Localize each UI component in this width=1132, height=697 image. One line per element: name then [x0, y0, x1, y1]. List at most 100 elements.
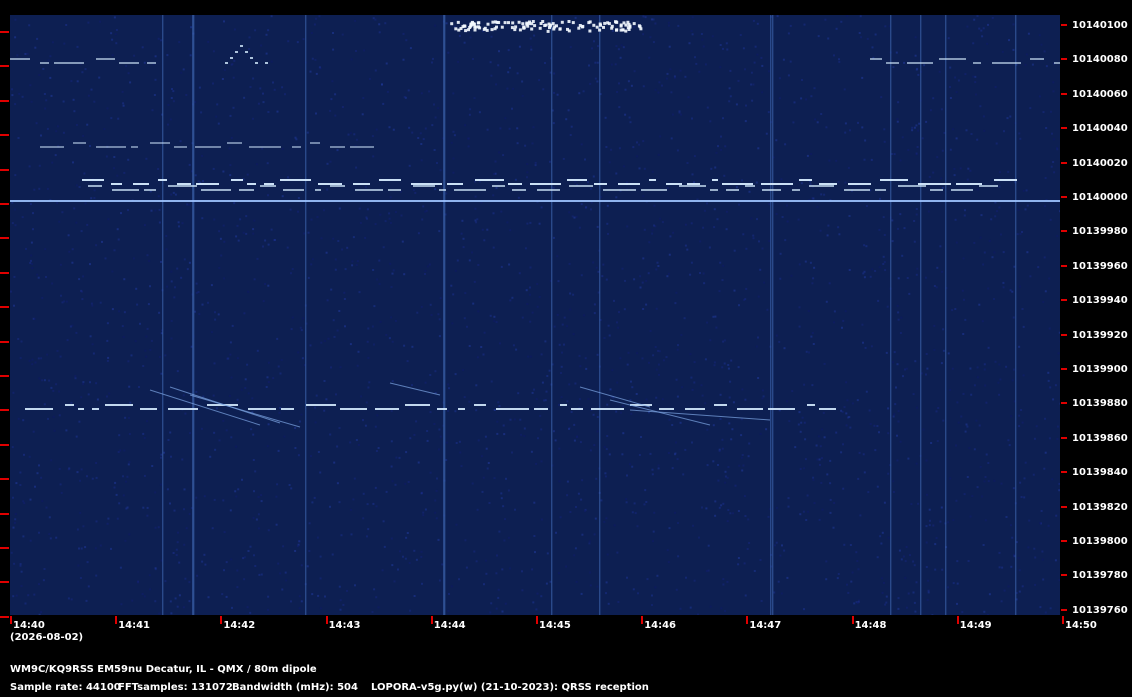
noise-speck	[429, 471, 432, 474]
noise-speck	[116, 228, 119, 231]
noise-speck	[391, 340, 394, 343]
noise-speck	[254, 565, 257, 567]
noise-speck	[43, 403, 46, 406]
noise-speck	[706, 428, 709, 431]
noise-speck	[732, 512, 734, 515]
noise-speck	[775, 541, 778, 544]
signal-burst	[531, 20, 535, 23]
frequency-tick	[0, 271, 9, 274]
noise-speck	[82, 525, 85, 528]
noise-speck	[952, 128, 955, 131]
noise-speck	[1005, 365, 1008, 368]
noise-speck	[390, 465, 393, 468]
noise-speck	[723, 362, 726, 365]
noise-speck	[353, 133, 356, 136]
noise-speck	[189, 432, 192, 435]
noise-speck	[99, 20, 102, 23]
noise-speck	[281, 195, 284, 198]
noise-speck	[222, 224, 225, 227]
noise-speck	[172, 191, 175, 194]
noise-speck	[433, 423, 436, 425]
frequency-label: 10140060	[1072, 88, 1128, 100]
noise-speck	[334, 93, 337, 96]
noise-speck	[722, 502, 725, 505]
noise-speck	[596, 430, 599, 433]
noise-speck	[421, 582, 423, 585]
noise-speck	[209, 455, 212, 458]
noise-speck	[358, 207, 361, 210]
noise-speck	[980, 29, 983, 32]
noise-speck	[828, 159, 831, 162]
noise-speck	[718, 506, 721, 509]
noise-speck	[935, 537, 938, 539]
noise-speck	[15, 482, 18, 485]
noise-speck	[723, 174, 726, 177]
noise-speck	[956, 401, 959, 404]
noise-speck	[464, 539, 467, 542]
noise-speck	[300, 413, 303, 416]
noise-speck	[255, 518, 258, 521]
noise-speck	[518, 45, 521, 48]
noise-speck	[662, 359, 665, 362]
signal-dash	[508, 183, 522, 185]
frequency-tick-right	[1061, 471, 1067, 474]
noise-speck	[657, 91, 660, 94]
noise-speck	[530, 48, 533, 51]
noise-speck	[492, 212, 495, 215]
noise-speck	[976, 366, 979, 369]
noise-speck	[65, 300, 68, 303]
noise-speck	[508, 263, 511, 266]
noise-speck	[472, 302, 475, 305]
noise-speck	[913, 240, 916, 243]
noise-speck	[735, 103, 738, 106]
noise-speck	[111, 308, 114, 311]
noise-speck	[668, 418, 671, 421]
noise-speck	[424, 508, 427, 511]
noise-speck	[878, 431, 880, 434]
noise-speck	[774, 544, 776, 547]
noise-speck	[520, 433, 523, 436]
noise-speck	[742, 47, 745, 50]
noise-speck	[110, 32, 113, 35]
noise-speck	[299, 326, 302, 329]
noise-speck	[986, 613, 989, 615]
noise-speck	[1018, 414, 1021, 417]
noise-speck	[1022, 189, 1025, 192]
noise-speck	[253, 219, 256, 222]
noise-speck	[798, 325, 801, 328]
noise-speck	[461, 219, 464, 222]
noise-speck	[267, 361, 270, 364]
noise-speck	[76, 471, 79, 474]
noise-speck	[962, 392, 965, 395]
noise-speck	[910, 503, 913, 506]
noise-speck	[969, 515, 972, 518]
noise-speck	[963, 298, 965, 301]
noise-speck	[452, 130, 455, 133]
noise-speck	[1043, 50, 1046, 53]
noise-speck	[952, 519, 955, 521]
noise-speck	[503, 433, 506, 436]
noise-speck	[90, 197, 93, 200]
noise-speck	[290, 272, 292, 275]
noise-speck	[384, 22, 387, 25]
noise-speck	[75, 331, 78, 334]
noise-speck	[1059, 210, 1060, 213]
noise-speck	[916, 267, 919, 270]
noise-speck	[354, 19, 357, 22]
noise-speck	[773, 591, 776, 594]
noise-speck	[288, 484, 291, 486]
noise-speck	[334, 114, 337, 117]
noise-speck	[689, 273, 692, 276]
noise-speck	[536, 283, 539, 285]
frequency-tick-right	[1061, 230, 1067, 233]
noise-speck	[351, 260, 354, 263]
noise-speck	[512, 344, 515, 347]
noise-speck	[636, 525, 639, 528]
noise-speck	[230, 376, 233, 379]
noise-speck	[237, 239, 240, 242]
noise-speck	[42, 67, 45, 70]
noise-speck	[12, 496, 14, 499]
noise-speck	[424, 381, 427, 384]
frequency-label: 10140100	[1072, 20, 1128, 31]
noise-speck	[722, 117, 724, 120]
